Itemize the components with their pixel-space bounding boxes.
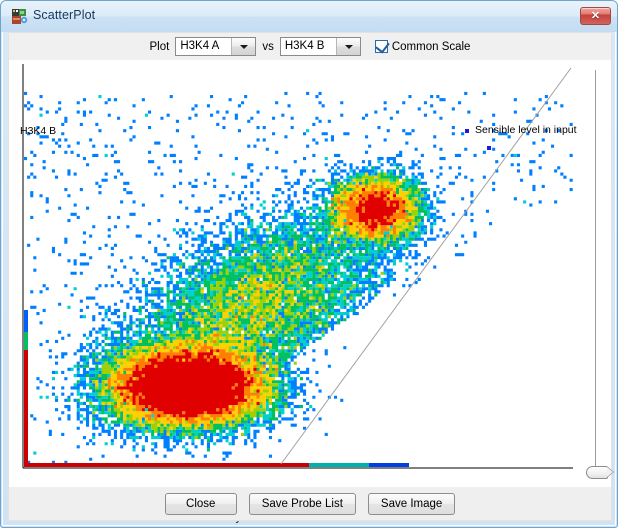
- save-probe-list-button[interactable]: Save Probe List: [248, 493, 356, 515]
- left-edge-saturation: [24, 332, 28, 350]
- plot-label: Plot: [149, 40, 170, 53]
- scatterplot-app-icon: [12, 9, 28, 24]
- density-slider[interactable]: [581, 60, 611, 487]
- checkbox-box[interactable]: [374, 38, 390, 54]
- check-icon: [375, 38, 390, 54]
- slider-track[interactable]: [595, 70, 596, 470]
- chevron-down-icon: [240, 45, 249, 49]
- plot-panel: H3K4 B H3K4 A Sensible level in input R …: [9, 60, 611, 527]
- client-area: Plot H3K4 A vs H3K4 B Common Scale H3K4 …: [8, 32, 612, 527]
- left-edge-saturation: [24, 350, 28, 463]
- y-axis-select[interactable]: H3K4 B: [279, 37, 361, 56]
- plot-toolbar: Plot H3K4 A vs H3K4 B Common Scale: [9, 33, 611, 60]
- legend-swatch-secondary-icon: [487, 146, 491, 150]
- x-axis-select[interactable]: H3K4 A: [175, 37, 257, 56]
- title-bar[interactable]: ScatterPlot ✕: [1, 1, 617, 32]
- left-edge-saturation: [24, 310, 28, 332]
- legend-label: Sensible level in input: [475, 124, 577, 136]
- chevron-down-icon: [344, 45, 353, 49]
- common-scale-label: Common Scale: [391, 40, 471, 53]
- dialog-button-bar: Close Save Probe List Save Image: [8, 488, 612, 521]
- close-icon[interactable]: ✕: [580, 7, 611, 25]
- x-axis-select-button[interactable]: [231, 38, 256, 55]
- x-axis-select-value: H3K4 A: [180, 40, 220, 52]
- y-axis-select-button[interactable]: [335, 38, 360, 55]
- scatterplot-window: ScatterPlot ✕ Plot H3K4 A vs H3K4 B Comm…: [0, 0, 618, 528]
- bottom-edge-saturation: [24, 463, 309, 467]
- save-image-button[interactable]: Save Image: [367, 493, 456, 515]
- bottom-edge-saturation: [309, 463, 369, 467]
- common-scale-checkbox[interactable]: Common Scale: [374, 38, 471, 54]
- y-axis-label: H3K4 B: [20, 125, 57, 137]
- legend-swatch-icon: [465, 129, 469, 133]
- close-button[interactable]: Close: [164, 493, 237, 515]
- bottom-edge-saturation: [369, 463, 409, 467]
- slider-thumb[interactable]: [586, 466, 608, 479]
- vs-label: vs: [262, 40, 274, 53]
- window-title: ScatterPlot: [33, 8, 96, 22]
- y-axis-select-value: H3K4 B: [284, 40, 325, 52]
